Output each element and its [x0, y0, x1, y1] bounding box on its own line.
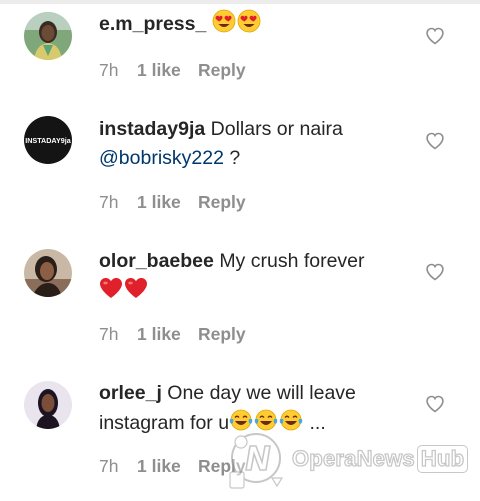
comment-body: olor_baebee My crush forever: [99, 247, 409, 308]
like-heart-icon[interactable]: [425, 26, 445, 46]
watermark-hub: Hub: [416, 445, 469, 473]
comment-meta: 7h 1 like Reply: [99, 60, 246, 81]
comment-username[interactable]: e.m_press_: [99, 13, 206, 35]
comment-username[interactable]: olor_baebee: [99, 250, 214, 272]
red-heart-emoji-icon: [99, 277, 123, 308]
comment-meta: 7h 1 like Reply: [99, 456, 246, 477]
comment-text: ?: [223, 147, 241, 169]
comment-time: 7h: [99, 60, 119, 80]
comment-text: instagram for u: [99, 412, 230, 434]
top-divider: [0, 0, 480, 4]
avatar-logo-text: INSTADAY9ja: [25, 136, 72, 145]
comment-likes[interactable]: 1 like: [137, 456, 198, 477]
comments-screen: e.m_press_ 7h 1 like Reply INSTADAY9ja ins…: [0, 0, 480, 501]
avatar[interactable]: INSTADAY9ja: [24, 116, 72, 164]
comment-username[interactable]: instaday9ja: [99, 118, 205, 140]
reply-button[interactable]: Reply: [198, 192, 246, 213]
comment-likes[interactable]: 1 like: [137, 60, 198, 81]
watermark: OperaNews Hub: [226, 428, 476, 496]
comment-time: 7h: [99, 324, 119, 344]
comment-likes[interactable]: 1 like: [137, 324, 198, 345]
comment-time: 7h: [99, 192, 119, 212]
avatar[interactable]: [24, 249, 72, 297]
comment-meta: 7h 1 like Reply: [99, 324, 246, 345]
like-heart-icon[interactable]: [425, 262, 445, 282]
heart-eyes-emoji-icon: [237, 9, 261, 42]
avatar[interactable]: [24, 381, 72, 429]
heart-eyes-emoji-icon: [212, 9, 236, 42]
reply-button[interactable]: Reply: [198, 324, 246, 345]
comment-likes[interactable]: 1 like: [137, 192, 198, 213]
comment-text: My crush forever: [219, 250, 365, 272]
comment-time: 7h: [99, 456, 119, 476]
watermark-brand: OperaNews: [291, 445, 415, 471]
comment-text: Dollars or naira: [210, 118, 343, 140]
comment-username[interactable]: orlee_j: [99, 382, 162, 404]
red-heart-emoji-icon: [124, 277, 148, 308]
avatar[interactable]: [24, 12, 72, 60]
watermark-text: OperaNews Hub: [291, 445, 469, 473]
comment-text: One day we will leave: [167, 382, 356, 404]
mention-link[interactable]: @bobrisky222: [99, 147, 224, 169]
comment-body: e.m_press_: [99, 9, 409, 42]
comment-meta: 7h 1 like Reply: [99, 192, 246, 213]
like-heart-icon[interactable]: [425, 131, 445, 151]
like-heart-icon[interactable]: [425, 394, 445, 414]
comment-body: instaday9ja Dollars or naira @bobrisky22…: [99, 115, 409, 173]
reply-button[interactable]: Reply: [198, 60, 246, 81]
watermark-logo-icon: [229, 433, 284, 489]
